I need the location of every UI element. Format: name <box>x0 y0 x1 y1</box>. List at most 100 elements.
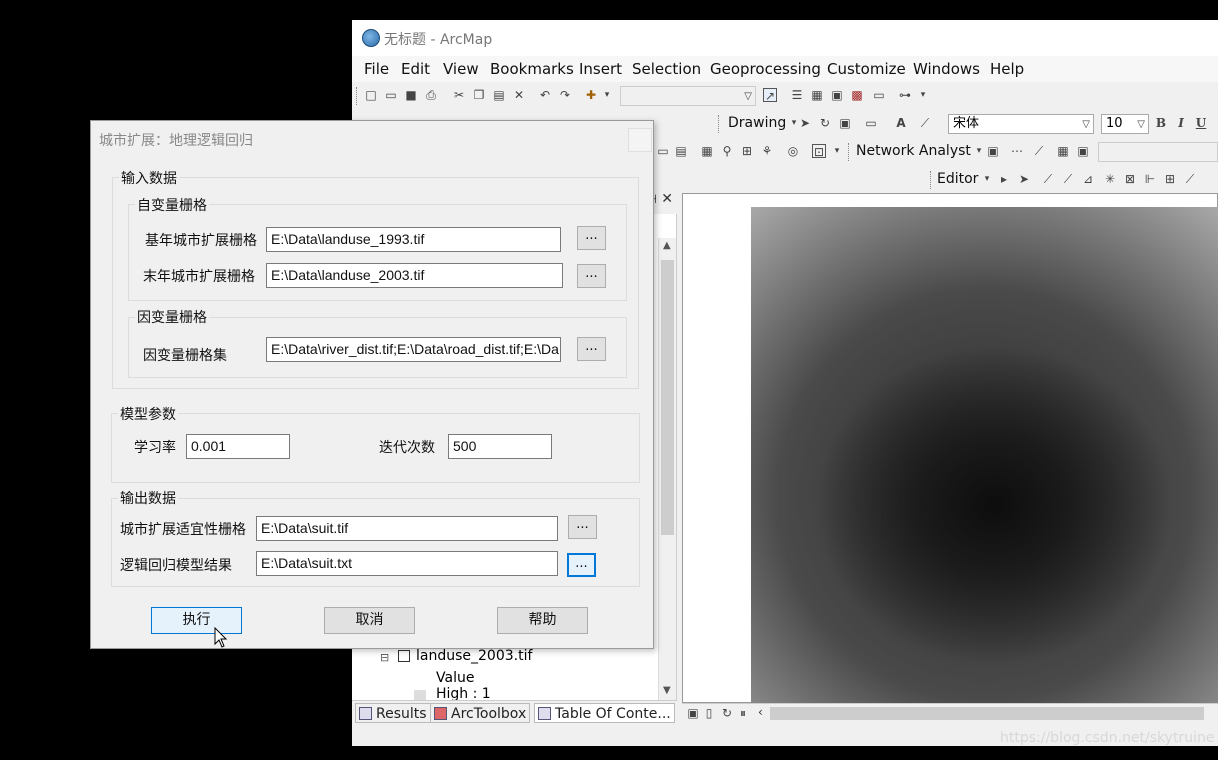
new-document-icon[interactable]: □ <box>364 88 378 102</box>
map-horizontal-scrollbar[interactable]: ▣ ▯ ↻ ⏸ ‹ <box>682 703 1218 723</box>
menu-bookmarks[interactable]: Bookmarks <box>490 60 574 78</box>
factor-set-field[interactable]: E:\Data\river_dist.tif;E:\Data\road_dist… <box>266 337 561 362</box>
redo-icon[interactable]: ↷ <box>558 88 572 102</box>
tool-icon[interactable]: ⊩ <box>1143 172 1157 186</box>
scrollbar-thumb[interactable] <box>661 260 674 535</box>
tab-arctoolbox[interactable]: ArcToolbox <box>430 703 531 723</box>
layer-checkbox[interactable] <box>398 650 410 662</box>
suitability-browse-button[interactable]: ... <box>568 515 597 539</box>
data-view-icon[interactable]: ▯ <box>702 706 716 720</box>
tool-icon[interactable]: ▣ <box>1076 144 1090 158</box>
editor-menu[interactable]: Editor <box>937 171 978 187</box>
text-icon[interactable]: A <box>894 116 908 130</box>
tool-icon[interactable]: ▦ <box>1056 144 1070 158</box>
tool-icon[interactable]: ⊞ <box>1163 172 1177 186</box>
search-window-icon[interactable]: ▣ <box>830 88 844 102</box>
cancel-button[interactable]: 取消 <box>324 607 415 634</box>
dialog-close-button[interactable] <box>628 128 652 152</box>
base-year-browse-button[interactable]: ... <box>577 226 606 250</box>
copy-icon[interactable]: ❐ <box>472 88 486 102</box>
iterations-field[interactable]: 500 <box>448 434 552 459</box>
italic-button[interactable]: I <box>1174 116 1188 130</box>
map-display[interactable] <box>682 193 1218 704</box>
layout-view-icon[interactable]: ▣ <box>686 706 700 720</box>
edit-vertices-icon[interactable]: ⟋ <box>918 116 932 130</box>
network-analyst-menu[interactable]: Network Analyst <box>856 143 971 159</box>
undo-icon[interactable]: ↶ <box>538 88 552 102</box>
tool-icon[interactable]: ⟋ <box>1032 144 1046 158</box>
menu-geoprocessing[interactable]: Geoprocessing <box>710 60 821 78</box>
toc-layer-name[interactable]: landuse_2003.tif <box>416 648 532 664</box>
scrollbar-thumb[interactable] <box>770 707 1204 720</box>
tool-icon[interactable]: ▦ <box>700 144 714 158</box>
toolbar-overflow-icon[interactable]: ▾ <box>916 88 930 102</box>
tool-icon[interactable]: ⊡ <box>812 144 826 159</box>
python-window-icon[interactable]: ▭ <box>872 88 886 102</box>
delete-icon[interactable]: ✕ <box>512 88 526 102</box>
trace-icon[interactable]: ⟋ <box>1061 172 1075 186</box>
help-button[interactable]: 帮助 <box>497 607 588 634</box>
font-size-combo[interactable]: 10 ▽ <box>1101 114 1149 134</box>
suitability-field[interactable]: E:\Data\suit.tif <box>256 516 558 541</box>
menu-insert[interactable]: Insert <box>579 60 622 78</box>
menu-view[interactable]: View <box>443 60 479 78</box>
model-builder-icon[interactable]: ⊶ <box>898 88 912 102</box>
editor-toolbar-icon[interactable]: ↗ <box>763 88 777 103</box>
cut-icon[interactable]: ✂ <box>452 88 466 102</box>
menu-file[interactable]: File <box>364 60 389 78</box>
save-icon[interactable]: ■ <box>404 88 418 102</box>
pause-drawing-icon[interactable]: ⏸ <box>736 706 750 720</box>
zoom-whole-page-icon[interactable]: ▣ <box>838 116 852 130</box>
open-folder-icon[interactable]: ▭ <box>384 88 398 102</box>
tool-icon[interactable]: ⊠ <box>1123 172 1137 186</box>
catalog-icon[interactable]: ▦ <box>810 88 824 102</box>
find-icon[interactable]: ⚲ <box>720 144 734 158</box>
end-year-field[interactable]: E:\Data\landuse_2003.tif <box>266 263 563 288</box>
rectangle-icon[interactable]: ▭ <box>864 116 878 130</box>
tool-icon[interactable]: ⋯ <box>1010 144 1024 158</box>
scroll-up-icon[interactable]: ▲ <box>663 240 671 251</box>
collapse-icon[interactable]: ⊟ <box>380 651 389 664</box>
tool-icon[interactable]: ✳ <box>1103 172 1117 186</box>
base-year-field[interactable]: E:\Data\landuse_1993.tif <box>266 227 561 252</box>
tool-icon[interactable]: ▤ <box>674 144 688 158</box>
menu-customize[interactable]: Customize <box>827 60 906 78</box>
toolbar-overflow-icon[interactable]: ▾ <box>830 144 844 158</box>
paste-icon[interactable]: ▤ <box>492 88 506 102</box>
add-data-dropdown-icon[interactable]: ▾ <box>600 88 614 102</box>
tool-icon[interactable]: ▭ <box>656 144 670 158</box>
print-icon[interactable]: ⎙ <box>424 88 438 102</box>
close-icon[interactable]: ✕ <box>661 191 673 207</box>
learning-rate-field[interactable]: 0.001 <box>186 434 290 459</box>
drawing-menu[interactable]: Drawing <box>728 115 786 131</box>
scale-combo[interactable]: ▽ <box>620 86 756 106</box>
arctoolbox-icon[interactable]: ▩ <box>850 88 864 102</box>
underline-button[interactable]: U <box>1194 116 1208 130</box>
rotate-icon[interactable]: ↻ <box>818 116 832 130</box>
network-analyst-dropdown-icon[interactable]: ▾ <box>972 144 986 158</box>
menu-selection[interactable]: Selection <box>632 60 701 78</box>
editor-dropdown-icon[interactable]: ▾ <box>980 172 994 186</box>
bold-button[interactable]: B <box>1154 116 1168 130</box>
table-of-contents-icon[interactable]: ☰ <box>790 88 804 102</box>
menu-edit[interactable]: Edit <box>401 60 430 78</box>
menu-help[interactable]: Help <box>990 60 1024 78</box>
edit-tool-icon[interactable]: ▸ <box>997 172 1011 186</box>
refresh-icon[interactable]: ↻ <box>720 706 734 720</box>
end-year-browse-button[interactable]: ... <box>577 264 606 288</box>
tool-icon[interactable]: ⚘ <box>760 144 774 158</box>
toc-scrollbar[interactable]: ▲ ▼ <box>658 238 676 700</box>
font-name-combo[interactable]: 宋体 ▽ <box>948 114 1094 134</box>
scroll-left-icon[interactable]: ‹ <box>758 705 763 719</box>
model-result-field[interactable]: E:\Data\suit.txt <box>256 551 558 576</box>
edit-annotation-icon[interactable]: ➤ <box>1017 172 1031 186</box>
scroll-down-icon[interactable]: ▼ <box>663 685 671 696</box>
point-icon[interactable]: ⊿ <box>1081 172 1095 186</box>
network-analyst-window-icon[interactable]: ▣ <box>986 144 1000 158</box>
tool-icon[interactable]: ◎ <box>786 144 800 158</box>
model-result-browse-button[interactable]: ... <box>567 553 596 577</box>
menu-windows[interactable]: Windows <box>913 60 980 78</box>
tool-icon[interactable]: ⟋ <box>1183 172 1197 186</box>
straight-segment-icon[interactable]: ⟋ <box>1041 172 1055 186</box>
tab-results[interactable]: Results <box>355 703 431 723</box>
